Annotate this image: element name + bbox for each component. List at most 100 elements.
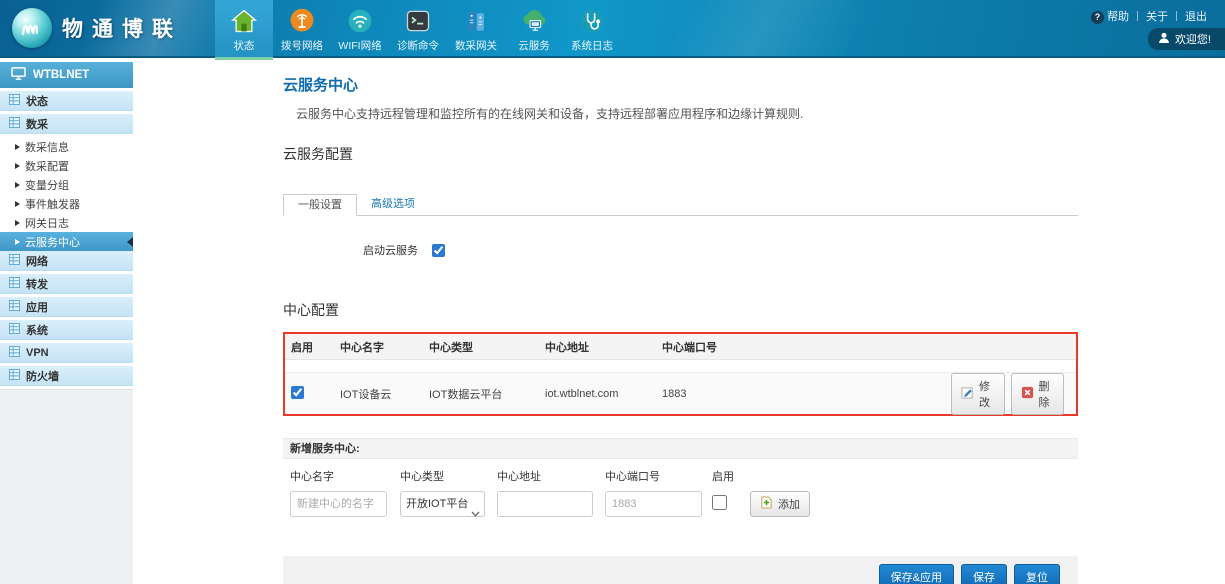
- cell-center-port: 1883: [662, 388, 951, 400]
- brand-name: 物通博联: [62, 13, 182, 43]
- sidebar-item-status[interactable]: 状态: [0, 91, 133, 111]
- sidebar-item-application[interactable]: 应用: [0, 297, 133, 317]
- top-nav: 状态 拨号网络 WIFI网络 诊断命令 数采网关: [215, 0, 621, 58]
- add-file-icon: [760, 496, 773, 512]
- grid-icon: [9, 254, 20, 268]
- caret-icon: [15, 239, 20, 245]
- nav-label: 数采网关: [455, 38, 497, 53]
- nav-label: WIFI网络: [338, 38, 381, 53]
- nav-item-system-log[interactable]: 系统日志: [563, 0, 621, 58]
- col-header-name: 中心名字: [340, 339, 429, 355]
- label-center-type: 中心类型: [400, 468, 497, 484]
- add-button[interactable]: 添加: [750, 491, 810, 517]
- grid-icon: [9, 346, 20, 360]
- brand-logo: 物通博联: [12, 8, 182, 48]
- sidebar-item-system[interactable]: 系统: [0, 320, 133, 340]
- add-center-labels: 中心名字 中心类型 中心地址 中心端口号 启用: [283, 468, 1078, 484]
- tab-advanced-options[interactable]: 高级选项: [357, 194, 429, 215]
- col-header-port: 中心端口号: [662, 339, 951, 355]
- cell-center-type: IOT数据云平台: [429, 386, 545, 402]
- center-type-select[interactable]: 开放IOT平台: [400, 491, 485, 517]
- add-center-section: 新增服务中心: 中心名字 中心类型 中心地址 中心端口号 启用 开放IOT平台: [283, 438, 1078, 530]
- label-center-name: 中心名字: [290, 468, 400, 484]
- monitor-icon: [11, 67, 26, 83]
- enable-cloud-checkbox[interactable]: [432, 244, 445, 257]
- top-header: 物通博联 状态 拨号网络 WIFI网络 诊断命令: [0, 0, 1225, 58]
- wifi-icon: [344, 6, 376, 36]
- sidebar-item-cloud-service-center[interactable]: 云服务中心: [0, 232, 133, 251]
- sidebar-item-daq[interactable]: 数采: [0, 114, 133, 134]
- grid-icon: [9, 277, 20, 291]
- terminal-icon: [402, 6, 434, 36]
- save-button[interactable]: 保存: [961, 564, 1007, 584]
- nav-label: 云服务: [518, 38, 550, 53]
- caret-icon: [15, 144, 20, 150]
- sidebar-item-vpn[interactable]: VPN: [0, 343, 133, 363]
- dial-network-icon: [286, 6, 318, 36]
- col-header-enable: 启用: [291, 339, 340, 355]
- sidebar-item-variable-group[interactable]: 变量分组: [0, 175, 133, 194]
- nav-item-dial-network[interactable]: 拨号网络: [273, 0, 331, 58]
- tab-general-settings[interactable]: 一般设置: [283, 194, 357, 216]
- gateway-icon: [460, 6, 492, 36]
- sidebar-item-network[interactable]: 网络: [0, 251, 133, 271]
- home-icon: [228, 6, 260, 36]
- page-title: 云服务中心: [283, 74, 1078, 95]
- cell-center-address: iot.wtblnet.com: [545, 388, 662, 400]
- question-icon: ?: [1091, 11, 1104, 24]
- grid-icon: [9, 300, 20, 314]
- syslog-icon: [576, 6, 608, 36]
- table-header-row: 启用 中心名字 中心类型 中心地址 中心端口号: [285, 334, 1076, 360]
- table-row: IOT设备云 IOT数据云平台 iot.wtblnet.com 1883 修改 …: [285, 372, 1076, 414]
- enable-cloud-row: 启动云服务: [363, 242, 1078, 258]
- add-center-title: 新增服务中心:: [283, 438, 1078, 459]
- main-content: 云服务中心 云服务中心支持远程管理和监控所有的在线网关和设备，支持远程部署应用程…: [133, 60, 1225, 584]
- nav-item-diagnostic-command[interactable]: 诊断命令: [389, 0, 447, 58]
- center-config-section-title: 中心配置: [283, 300, 1078, 320]
- delete-button[interactable]: 删除: [1011, 373, 1065, 415]
- nav-item-daq-gateway[interactable]: 数采网关: [447, 0, 505, 58]
- help-link[interactable]: ?帮助: [1083, 8, 1137, 24]
- welcome-text: 欢迎您!: [1175, 31, 1211, 47]
- header-utility-links: ?帮助 关于 退出: [1083, 8, 1215, 24]
- label-center-address: 中心地址: [497, 468, 605, 484]
- sidebar-device-name: WTBLNET: [0, 62, 133, 88]
- caret-icon: [15, 201, 20, 207]
- nav-item-wifi-network[interactable]: WIFI网络: [331, 0, 389, 58]
- sidebar-item-firewall[interactable]: 防火墙: [0, 366, 133, 386]
- sidebar-item-event-trigger[interactable]: 事件触发器: [0, 194, 133, 213]
- nav-label: 拨号网络: [281, 38, 323, 53]
- nav-item-cloud-service[interactable]: 云服务: [505, 0, 563, 58]
- globe-logo-icon: [12, 8, 52, 48]
- sidebar-item-forwarding[interactable]: 转发: [0, 274, 133, 294]
- center-config-table: 启用 中心名字 中心类型 中心地址 中心端口号 IOT设备云 IOT数据云平台 …: [283, 332, 1078, 416]
- center-port-input[interactable]: [605, 491, 702, 517]
- about-link[interactable]: 关于: [1138, 8, 1176, 24]
- sidebar-item-daq-info[interactable]: 数采信息: [0, 137, 133, 156]
- cell-center-name: IOT设备云: [340, 386, 429, 402]
- edit-button[interactable]: 修改: [951, 373, 1005, 415]
- grid-icon: [9, 369, 20, 383]
- sidebar: WTBLNET 状态 数采 数采信息 数采配置 变量分组 事件触发器 网关日志 …: [0, 60, 133, 584]
- edit-icon: [961, 386, 974, 402]
- col-header-address: 中心地址: [545, 339, 662, 355]
- add-enable-checkbox[interactable]: [712, 495, 727, 510]
- sidebar-item-gateway-log[interactable]: 网关日志: [0, 213, 133, 232]
- row-enable-checkbox[interactable]: [291, 386, 304, 399]
- nav-label: 状态: [234, 38, 255, 53]
- center-name-input[interactable]: [290, 491, 387, 517]
- welcome-user-pill[interactable]: 欢迎您!: [1148, 28, 1225, 50]
- grid-icon: [9, 117, 20, 131]
- cloud-config-section-title: 云服务配置: [283, 144, 1078, 164]
- center-address-input[interactable]: [497, 491, 593, 517]
- caret-icon: [15, 182, 20, 188]
- nav-label: 诊断命令: [397, 38, 439, 53]
- user-icon: [1158, 32, 1170, 47]
- nav-item-status[interactable]: 状态: [215, 0, 273, 58]
- reset-button[interactable]: 复位: [1014, 564, 1060, 584]
- cloud-icon: [518, 6, 550, 36]
- sidebar-item-daq-config[interactable]: 数采配置: [0, 156, 133, 175]
- save-and-apply-button[interactable]: 保存&应用: [879, 564, 954, 584]
- logout-link[interactable]: 退出: [1177, 8, 1215, 24]
- caret-icon: [15, 163, 20, 169]
